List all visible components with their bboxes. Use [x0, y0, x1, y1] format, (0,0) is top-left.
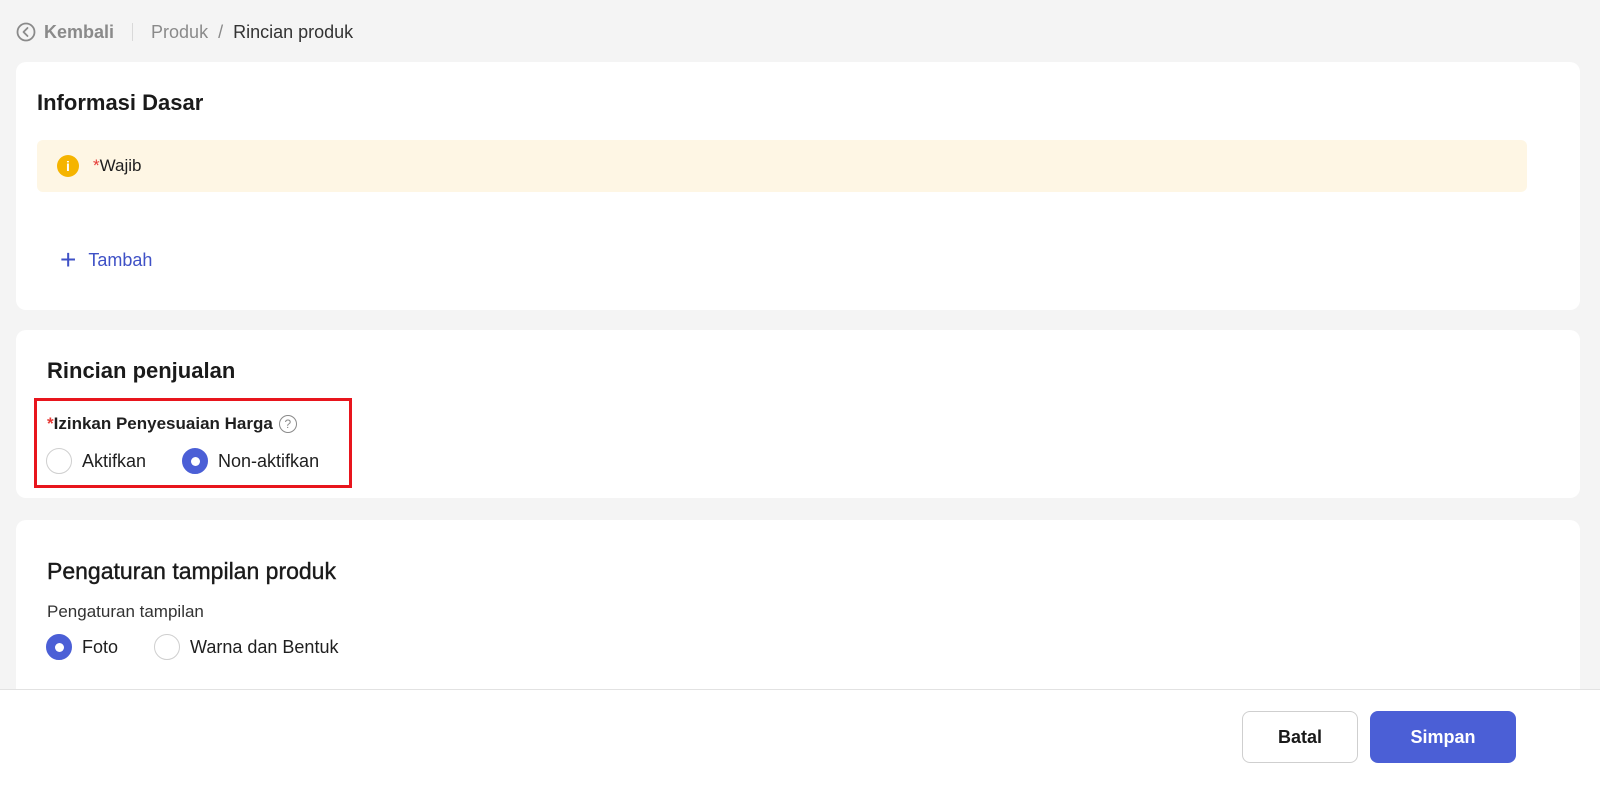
- radio-aktifkan[interactable]: Aktifkan: [46, 448, 146, 474]
- radio-circle: [154, 634, 181, 660]
- display-settings-title: Pengaturan tampilan produk: [47, 558, 336, 584]
- price-adjustment-radio-group: Aktifkan Non-aktifkan: [46, 448, 319, 474]
- top-navigation: Kembali Produk / Rincian produk: [16, 18, 353, 46]
- basic-info-card: Informasi Dasar i * Wajib + Tambah: [16, 62, 1580, 310]
- radio-label: Foto: [82, 636, 119, 657]
- plus-icon: +: [60, 244, 77, 275]
- radio-circle-selected: [46, 634, 72, 660]
- radio-circle-selected: [182, 448, 209, 474]
- price-adjustment-label: * Izinkan Penyesuaian Harga ?: [47, 414, 297, 434]
- radio-label: Warna dan Bentuk: [190, 636, 339, 657]
- sales-details-card: Rincian penjualan * Izinkan Penyesuaian …: [16, 330, 1580, 498]
- add-label: Tambah: [88, 249, 153, 270]
- display-radio-group: Foto Warna dan Bentuk: [46, 634, 338, 660]
- breadcrumb-parent-link[interactable]: Produk: [151, 22, 208, 43]
- back-label: Kembali: [44, 21, 115, 42]
- radio-label: Non-aktifkan: [218, 450, 320, 471]
- notice-text: Wajib: [99, 156, 142, 175]
- breadcrumb-separator: /: [218, 21, 224, 42]
- price-adjustment-label-text: Izinkan Penyesuaian Harga: [53, 414, 273, 433]
- back-button[interactable]: Kembali: [16, 22, 114, 43]
- radio-circle: [46, 448, 72, 474]
- basic-info-title: Informasi Dasar: [37, 90, 204, 115]
- save-button[interactable]: Simpan: [1370, 711, 1516, 763]
- footer-action-bar: Batal Simpan: [0, 689, 1600, 789]
- radio-label: Aktifkan: [82, 450, 147, 471]
- display-settings-sub-label: Pengaturan tampilan: [47, 602, 204, 621]
- radio-warna-dan-bentuk[interactable]: Warna dan Bentuk: [154, 634, 338, 660]
- radio-foto[interactable]: Foto: [46, 634, 118, 660]
- breadcrumb-current: Rincian produk: [233, 21, 354, 42]
- back-circle-icon: [16, 22, 36, 42]
- cancel-button[interactable]: Batal: [1242, 711, 1358, 763]
- required-notice: i * Wajib: [37, 140, 1527, 192]
- sales-details-title: Rincian penjualan: [47, 358, 236, 383]
- required-asterisk: *: [47, 414, 54, 433]
- add-button[interactable]: + Tambah: [60, 246, 152, 274]
- help-icon[interactable]: ?: [278, 415, 297, 433]
- highlight-box: [34, 398, 352, 488]
- info-icon: i: [57, 155, 79, 177]
- required-asterisk: *: [93, 156, 100, 175]
- divider: [132, 23, 134, 41]
- radio-non-aktifkan[interactable]: Non-aktifkan: [182, 448, 319, 474]
